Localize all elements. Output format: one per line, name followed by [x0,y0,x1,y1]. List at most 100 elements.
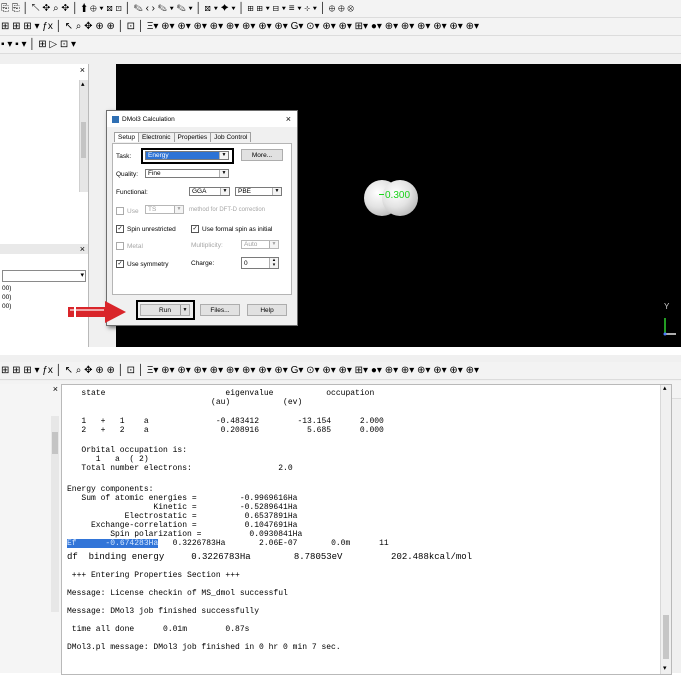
chevron-down-icon[interactable]: ▼ [269,241,278,248]
task-label: Task: [116,153,132,160]
functional-label: Functional: [116,189,148,196]
tab-setup[interactable]: Setup [114,132,139,142]
spin-unrestricted-label: Spin unrestricted [127,225,176,233]
chevron-down-icon[interactable]: ▼ [272,188,281,195]
scrollbar[interactable]: ▴ ▾ [660,385,671,674]
checkbox[interactable] [116,242,124,250]
tab-bar: Setup Electronic Properties Job Control [114,132,252,142]
close-icon[interactable]: × [286,114,291,124]
use-formal-spin-label: Use formal spin as initial [202,225,273,233]
ef-label: Ef [67,539,77,548]
axis-triad-icon [663,318,676,336]
console-line: Message: License checkin of MS_dmol succ… [67,589,288,598]
chevron-down-icon[interactable]: ▼ [220,188,229,195]
toolbar-icons[interactable]: ⊞ ⊞ ⊞ ▾ ƒx │ ↖ ⌕ ✥ ⊕ ⊕ │ ⊡ │ Ξ▾ ⊕▾ ⊕▾ ⊕▾… [1,363,479,378]
scroll-up-icon[interactable]: ▴ [81,80,85,88]
chevron-down-icon[interactable]: ▼ [219,170,228,177]
dftd-value: TS [148,206,157,213]
charge-value: 0 [244,259,248,267]
multiplicity-label: Multiplicity: [191,242,223,249]
functional-select[interactable]: PBE ▼ [235,187,282,196]
materials-studio-window-top: ⎘ ⎘ │ ↖ ✥ ⌕ ✥ │ ⬆ ⊕ ▾ ⊠ ⊡ │ ✎ ‹ › ✎ ▾ ✎ … [0,0,681,347]
functional-type-select[interactable]: GGA ▼ [189,187,230,196]
spin-unrestricted-row[interactable]: ✓ Spin unrestricted [116,225,176,233]
side-panel: × [0,384,62,673]
toolbar-row-1[interactable]: ⊞ ⊞ ⊞ ▾ ƒx │ ↖ ⌕ ✥ ⊕ ⊕ │ ⊡ │ Ξ▾ ⊕▾ ⊕▾ ⊕▾… [0,362,681,380]
use-dftd-row[interactable]: Use [116,207,139,215]
console-line: (au) (ev) [67,398,303,407]
panel-combo[interactable]: ▾ [2,270,86,282]
checkbox-checked-icon[interactable]: ✓ [116,260,124,268]
charge-spinner[interactable]: 0 ▴ ▾ [241,257,279,269]
toolbar-row-3[interactable]: ▪ ▾ ▪ ▾ │ ⊞ ▷ ⊡ ▾ [0,36,681,54]
tab-page [112,143,292,295]
red-arrow-icon [68,301,126,323]
scrollbar[interactable] [51,416,59,612]
checkbox-checked-icon[interactable]: ✓ [191,225,199,233]
output-list: 00) 00) 00) [2,284,11,311]
list-item[interactable]: 00) [2,284,11,293]
app-icon [112,115,119,123]
charge-label: Charge: [191,260,215,267]
console-line: 2 + 2 a 0.208916 5.685 0.000 [67,426,384,435]
toolbar-icons[interactable]: ⊞ ⊞ ⊞ ▾ ƒx │ ↖ ⌕ ✥ ⊕ ⊕ │ ⊡ │ Ξ▾ ⊕▾ ⊕▾ ⊕▾… [1,19,479,34]
dialog-titlebar[interactable]: DMol3 Calculation × [107,111,297,127]
dftd-method-text: method for DFT-D correction [189,207,266,213]
dftd-select[interactable]: TS ▼ [145,205,184,214]
console-line: Message: DMol3 job finished successfully [67,607,260,616]
console-line: df binding energy 0.3226783Ha 8.78053eV … [67,552,473,562]
console-line: time all done 0.01m 0.87s [67,625,250,634]
scroll-thumb[interactable] [663,615,669,659]
more-button[interactable]: More... [241,149,283,161]
ef-value: -0.674283Ha [76,539,159,548]
checkbox-checked-icon[interactable]: ✓ [116,225,124,233]
help-button-label: Help [260,306,274,314]
tab-job-control[interactable]: Job Control [210,132,252,142]
highlight-box [141,148,234,164]
console-line: DMol3.pl message: DMol3 job finished in … [67,643,341,652]
close-icon[interactable]: × [80,244,85,254]
use-formal-spin-row[interactable]: ✓ Use formal spin as initial [191,225,272,233]
close-icon[interactable]: × [80,65,85,75]
distance-label: 0.300 [385,190,411,201]
list-item[interactable]: 00) [2,293,11,302]
console-line: Total number electrons: 2.0 [67,464,293,473]
toolbar-icons[interactable]: ⎘ ⎘ │ ↖ ✥ ⌕ ✥ │ ⬆ ⊕ ▾ ⊠ ⊡ │ ✎ ‹ › ✎ ▾ ✎ … [1,1,354,16]
output-console[interactable]: state eigenvalue occupation (au) (ev) 1 … [61,384,672,675]
axis-y-label: Y [664,302,670,311]
ef-rest: 0.3226783Ha 2.06E-07 0.0m 11 [158,539,389,548]
tab-electronic[interactable]: Electronic [138,132,175,142]
quality-label: Quality: [116,171,139,178]
chevron-down-icon[interactable]: ▼ [174,206,183,213]
ef-highlight: Ef -0.674283Ha [67,539,159,548]
functional-type-value: GGA [192,188,207,195]
scrollbar[interactable]: ▴ [79,80,88,192]
use-symmetry-row[interactable]: ✓ Use symmetry [116,260,169,268]
scroll-up-icon[interactable]: ▴ [663,385,667,395]
panel-header: × [0,244,88,254]
chevron-down-icon[interactable]: ▾ [80,271,84,279]
quality-value: Fine [148,170,161,177]
use-symmetry-label: Use symmetry [127,260,169,268]
list-item[interactable]: 00) [2,302,11,311]
scroll-thumb[interactable] [52,432,58,454]
scroll-thumb[interactable] [81,122,86,158]
toolbar-icons[interactable]: ▪ ▾ ▪ ▾ │ ⊞ ▷ ⊡ ▾ [1,37,76,52]
help-button[interactable]: Help [247,304,287,316]
metal-row[interactable]: Metal [116,242,143,250]
toolbar-row-1[interactable]: ⎘ ⎘ │ ↖ ✥ ⌕ ✥ │ ⬆ ⊕ ▾ ⊠ ⊡ │ ✎ ‹ › ✎ ▾ ✎ … [0,0,681,18]
quality-select[interactable]: Fine ▼ [145,169,229,178]
spinner-icon[interactable]: ▴ ▾ [269,258,278,268]
files-button[interactable]: Files... [200,304,240,316]
close-icon[interactable]: × [53,384,58,394]
toolbar-row-2[interactable]: ⊞ ⊞ ⊞ ▾ ƒx │ ↖ ⌕ ✥ ⊕ ⊕ │ ⊡ │ Ξ▾ ⊕▾ ⊕▾ ⊕▾… [0,18,681,36]
files-button-label: Files... [210,306,230,314]
checkbox[interactable] [116,207,124,215]
multiplicity-select[interactable]: Auto ▼ [241,240,279,249]
tab-properties[interactable]: Properties [173,132,212,142]
bond-dash [379,194,384,195]
ef-line: Ef -0.674283Ha 0.3226783Ha 2.06E-07 0.0m… [67,539,389,549]
dmol3-calculation-dialog: DMol3 Calculation × Setup Electronic Pro… [106,110,298,326]
multiplicity-value: Auto [244,241,258,248]
console-line: +++ Entering Properties Section +++ [67,571,240,580]
